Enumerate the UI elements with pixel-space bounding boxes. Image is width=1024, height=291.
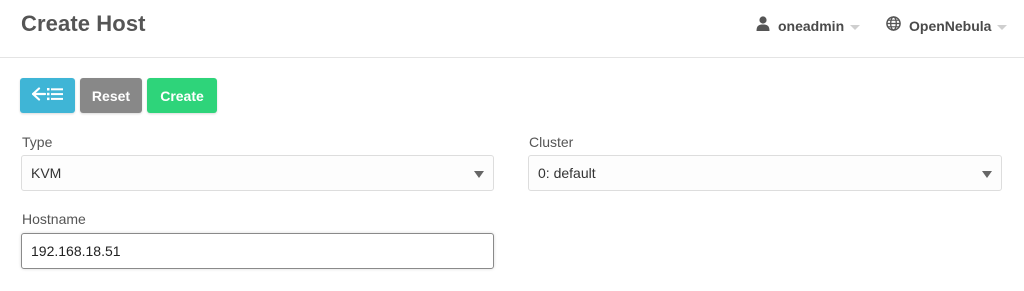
back-to-list-button[interactable] [20, 78, 75, 113]
page-title: Create Host [21, 11, 146, 36]
user-icon [756, 16, 770, 36]
user-menu[interactable]: oneadmin [756, 16, 861, 36]
back-to-list-icon [31, 87, 64, 104]
zone-menu-label: OpenNebula [909, 18, 992, 34]
type-select-value: KVM [31, 165, 62, 181]
reset-button[interactable]: Reset [80, 78, 142, 113]
zone-menu[interactable]: OpenNebula [886, 16, 1008, 36]
chevron-down-icon [850, 24, 861, 30]
type-label: Type [22, 134, 53, 150]
user-menu-label: oneadmin [778, 18, 845, 34]
top-bar: Create Host oneadmin OpenNebula [0, 0, 1024, 58]
type-select[interactable]: KVM [21, 155, 494, 191]
create-button[interactable]: Create [147, 78, 217, 113]
cluster-select[interactable]: 0: default [528, 155, 1002, 191]
cluster-label: Cluster [529, 134, 574, 150]
cluster-select-value: 0: default [538, 165, 596, 181]
dropdown-arrow-icon [474, 171, 484, 178]
chevron-down-icon [997, 24, 1008, 30]
dropdown-arrow-icon [982, 171, 992, 178]
globe-icon [886, 16, 901, 36]
hostname-label: Hostname [22, 211, 86, 227]
hostname-input[interactable] [21, 233, 494, 269]
